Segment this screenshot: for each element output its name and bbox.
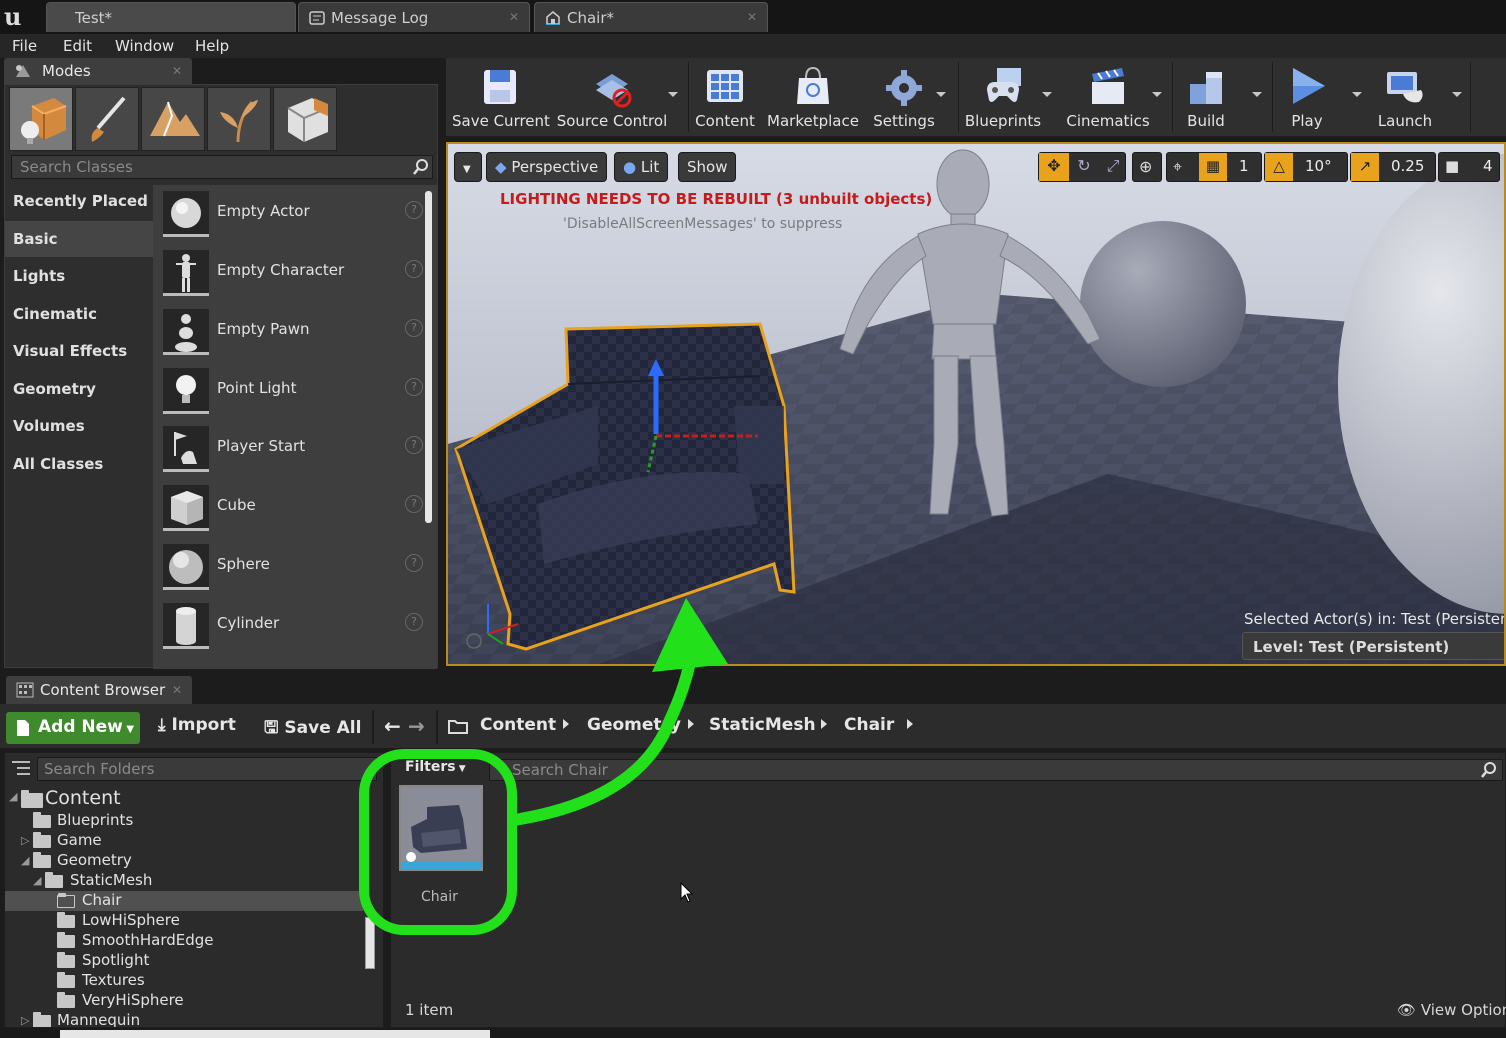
green-annotation-arrow [359, 598, 728, 935]
status-bar [0, 1028, 1506, 1038]
horizontal-scrollbar[interactable] [60, 1030, 490, 1038]
mouse-cursor-icon [680, 882, 694, 903]
